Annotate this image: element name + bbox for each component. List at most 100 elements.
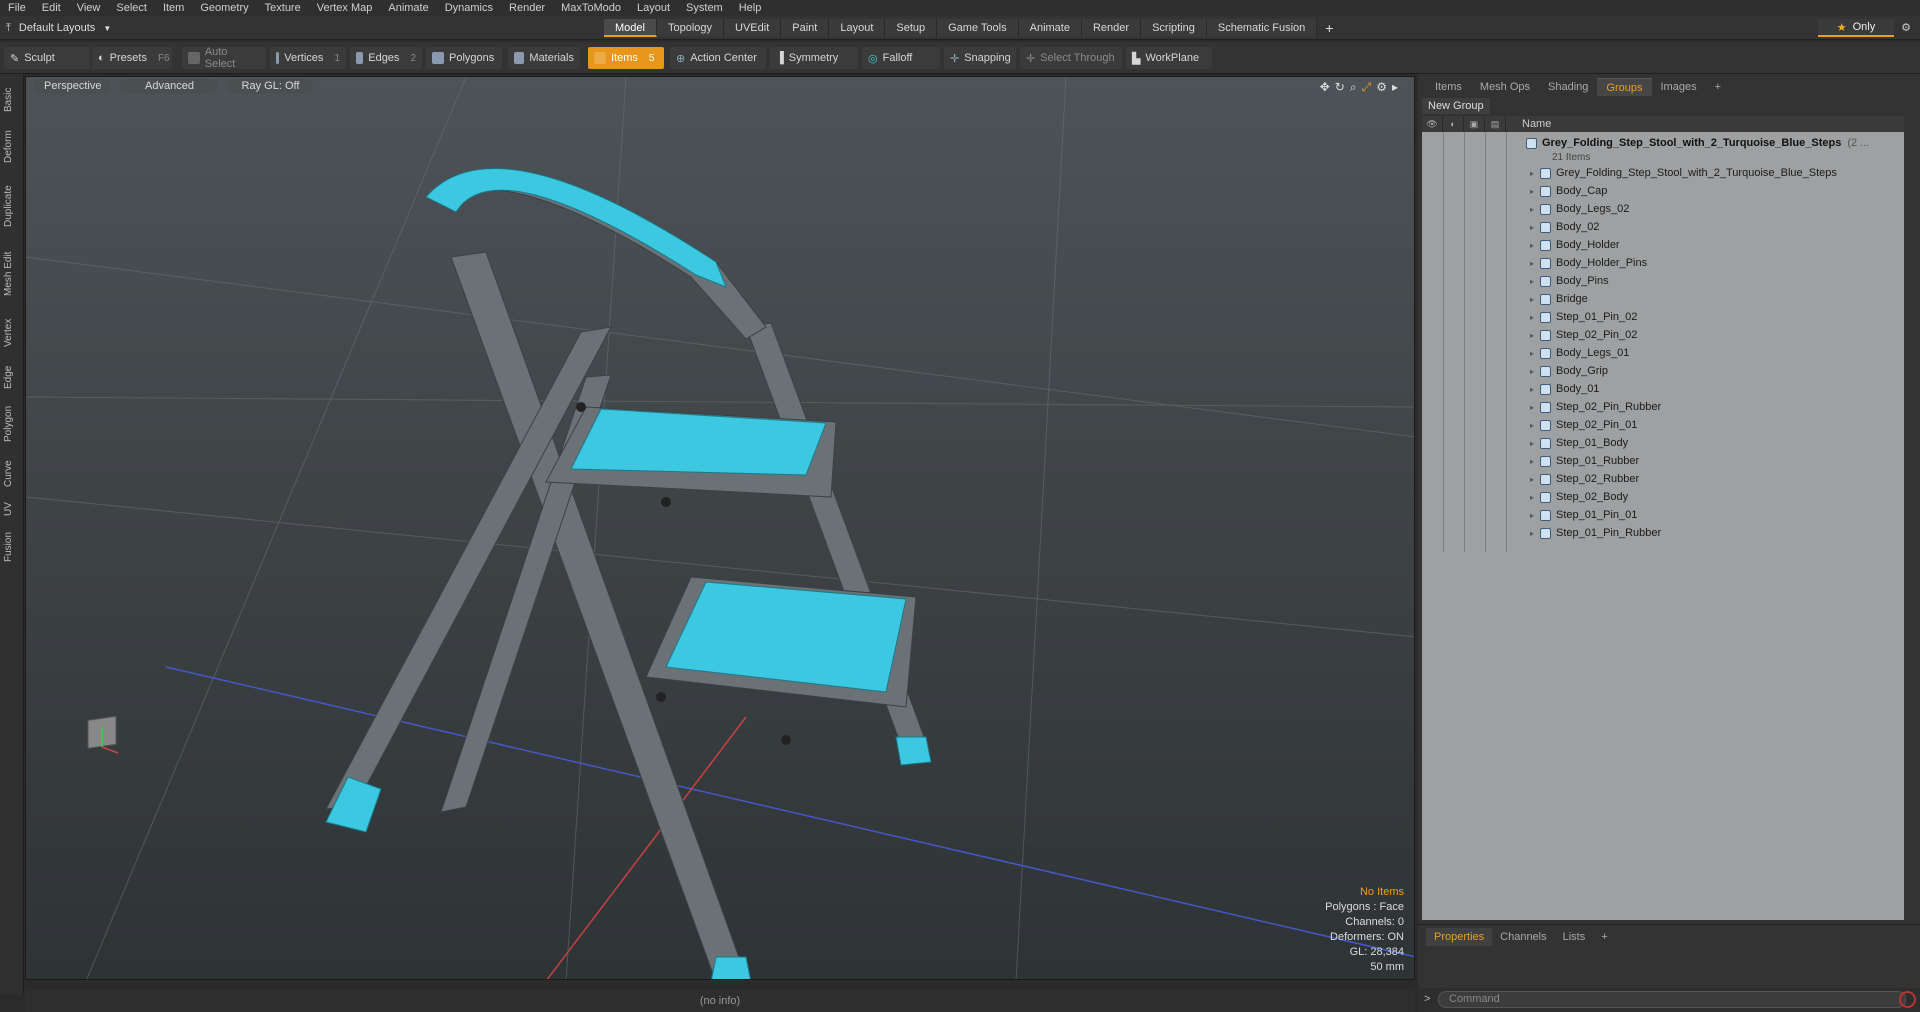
layout-selector[interactable]: ⤒ Default Layouts ▼	[6, 19, 111, 37]
expand-arrow-icon[interactable]: ▸	[1530, 277, 1540, 286]
step-stool-model[interactable]	[325, 168, 932, 980]
list-item[interactable]: ▸ Body_Holder_Pins	[1422, 254, 1904, 272]
only-button[interactable]: ★ Only	[1818, 19, 1894, 37]
list-item[interactable]: ▸ Body_Legs_02	[1422, 200, 1904, 218]
expand-arrow-icon[interactable]: ▸	[1530, 403, 1540, 412]
settings-icon[interactable]: ⚙	[1376, 80, 1387, 95]
list-item[interactable]: ▸ Bridge	[1422, 290, 1904, 308]
menu-render[interactable]: Render	[501, 0, 553, 16]
right-tab-mesh-ops[interactable]: Mesh Ops	[1471, 78, 1539, 96]
menu-system[interactable]: System	[678, 0, 731, 16]
expand-arrow-icon[interactable]: ▸	[1530, 169, 1540, 178]
tab-render[interactable]: Render	[1081, 19, 1142, 37]
menu-file[interactable]: File	[0, 0, 34, 16]
menu-maxtomodo[interactable]: MaxToModo	[553, 0, 629, 16]
list-item[interactable]: ▸ Body_Cap	[1422, 182, 1904, 200]
expand-arrow-icon[interactable]: ▸	[1530, 187, 1540, 196]
auto-select-button[interactable]: Auto Select	[182, 46, 266, 70]
menu-texture[interactable]: Texture	[257, 0, 309, 16]
menu-view[interactable]: View	[69, 0, 109, 16]
side-tab-basic[interactable]: Basic	[3, 80, 21, 120]
list-item[interactable]: ▸ Step_01_Body	[1422, 434, 1904, 452]
falloff-button[interactable]: ◎ Falloff	[862, 47, 940, 69]
workplane-button[interactable]: ▙ WorkPlane	[1126, 47, 1212, 69]
side-tab-polygon[interactable]: Polygon	[3, 398, 21, 450]
menu-edit[interactable]: Edit	[34, 0, 69, 16]
right-tab-shading[interactable]: Shading	[1539, 78, 1597, 96]
list-item[interactable]: ▸ Body_Pins	[1422, 272, 1904, 290]
bottom-tab-properties[interactable]: Properties	[1426, 928, 1493, 946]
items-button[interactable]: Items 5	[588, 47, 664, 69]
add-tab-icon[interactable]: +	[1706, 78, 1730, 96]
symmetry-button[interactable]: ▐ Symmetry	[770, 47, 858, 69]
expand-arrow-icon[interactable]: ▸	[1530, 223, 1540, 232]
list-item[interactable]: ▸ Step_02_Rubber	[1422, 470, 1904, 488]
menu-animate[interactable]: Animate	[380, 0, 436, 16]
3d-viewport[interactable]: Perspective Advanced Ray GL: Off ✥ ↻ ⌕ ⤢…	[25, 76, 1415, 980]
add-tab-icon[interactable]: +	[1593, 928, 1615, 946]
rotate-icon[interactable]: ↻	[1335, 80, 1345, 95]
stop-icon[interactable]	[1899, 991, 1916, 1008]
menu-layout[interactable]: Layout	[629, 0, 678, 16]
pan-icon[interactable]: ✥	[1320, 80, 1330, 95]
expand-arrow-icon[interactable]: ▸	[1530, 421, 1540, 430]
gear-icon[interactable]: ⚙	[1896, 19, 1916, 37]
new-group-button[interactable]: New Group	[1422, 98, 1490, 114]
sculpt-button[interactable]: ✎ Sculpt	[4, 47, 90, 69]
right-tab-groups[interactable]: Groups	[1597, 78, 1652, 96]
select-column-icon[interactable]: ▤	[1485, 116, 1506, 132]
list-item[interactable]: ▸ Grey_Folding_Step_Stool_with_2_Turquois…	[1422, 164, 1904, 182]
raygl-dropdown[interactable]: Ray GL: Off	[227, 79, 314, 94]
side-tab-edge[interactable]: Edge	[3, 360, 21, 394]
expand-arrow-icon[interactable]: ▸	[1530, 331, 1540, 340]
tab-model[interactable]: Model	[604, 19, 657, 37]
menu-item[interactable]: Item	[155, 0, 192, 16]
list-item[interactable]: ▸ Body_Legs_01	[1422, 344, 1904, 362]
list-item[interactable]: ▸ Step_01_Pin_01	[1422, 506, 1904, 524]
expand-arrow-icon[interactable]: ▸	[1530, 205, 1540, 214]
expand-arrow-icon[interactable]: ▸	[1530, 241, 1540, 250]
add-tab-icon[interactable]: +	[1317, 19, 1341, 37]
expand-arrow-icon[interactable]: ▸	[1530, 349, 1540, 358]
tab-schematic-fusion[interactable]: Schematic Fusion	[1206, 19, 1318, 37]
list-item[interactable]: ▸ Step_02_Body	[1422, 488, 1904, 506]
edges-button[interactable]: Edges 2	[350, 47, 422, 69]
materials-button[interactable]: Materials	[508, 47, 580, 69]
tab-layout[interactable]: Layout	[829, 19, 886, 37]
presets-button[interactable]: ◐ Presets F6	[92, 47, 172, 69]
list-item[interactable]: ▸ Body_01	[1422, 380, 1904, 398]
list-item[interactable]: ▸ Step_02_Pin_01	[1422, 416, 1904, 434]
zoom-icon[interactable]: ⌕	[1350, 80, 1357, 95]
groups-list[interactable]: 👁 ◐ ▣ ▤ Name Grey_Folding_Step_Stool_wit…	[1422, 116, 1904, 920]
tab-uvedit[interactable]: UVEdit	[724, 19, 782, 37]
perspective-dropdown[interactable]: Perspective	[34, 79, 112, 94]
side-tab-vertex[interactable]: Vertex	[3, 310, 21, 356]
lock-column-icon[interactable]: ▣	[1464, 116, 1485, 132]
visibility-column-icon[interactable]: 👁	[1422, 116, 1443, 132]
expand-arrow-icon[interactable]: ▸	[1530, 259, 1540, 268]
expand-arrow-icon[interactable]: ▸	[1530, 439, 1540, 448]
expand-arrow-icon[interactable]: ▸	[1530, 295, 1540, 304]
vertices-button[interactable]: Vertices 1	[270, 47, 346, 69]
side-tab-deform[interactable]: Deform	[3, 124, 21, 170]
tab-animate[interactable]: Animate	[1018, 19, 1082, 37]
right-tab-images[interactable]: Images	[1652, 78, 1706, 96]
list-item[interactable]: ▸ Step_02_Pin_02	[1422, 326, 1904, 344]
chevron-down-icon[interactable]: ▼	[103, 24, 111, 33]
list-item[interactable]: ▸ Body_Grip	[1422, 362, 1904, 380]
select-through-button[interactable]: ✛ Select Through	[1020, 47, 1122, 69]
list-item[interactable]: ▸ Body_02	[1422, 218, 1904, 236]
tab-setup[interactable]: Setup	[885, 19, 938, 37]
side-tab-duplicate[interactable]: Duplicate	[3, 174, 21, 238]
expand-arrow-icon[interactable]: ▸	[1530, 367, 1540, 376]
action-center-button[interactable]: ⊕ Action Center	[670, 47, 766, 69]
menu-vertex-map[interactable]: Vertex Map	[309, 0, 381, 16]
list-item[interactable]: ▸ Step_02_Pin_Rubber	[1422, 398, 1904, 416]
menu-dynamics[interactable]: Dynamics	[437, 0, 501, 16]
render-column-icon[interactable]: ◐	[1443, 116, 1464, 132]
list-item[interactable]: ▸ Step_01_Rubber	[1422, 452, 1904, 470]
menu-help[interactable]: Help	[731, 0, 770, 16]
bottom-tab-lists[interactable]: Lists	[1555, 928, 1594, 946]
layout-dropdown-label[interactable]: Default Layouts	[19, 22, 95, 34]
right-tab-items[interactable]: Items	[1426, 78, 1471, 96]
